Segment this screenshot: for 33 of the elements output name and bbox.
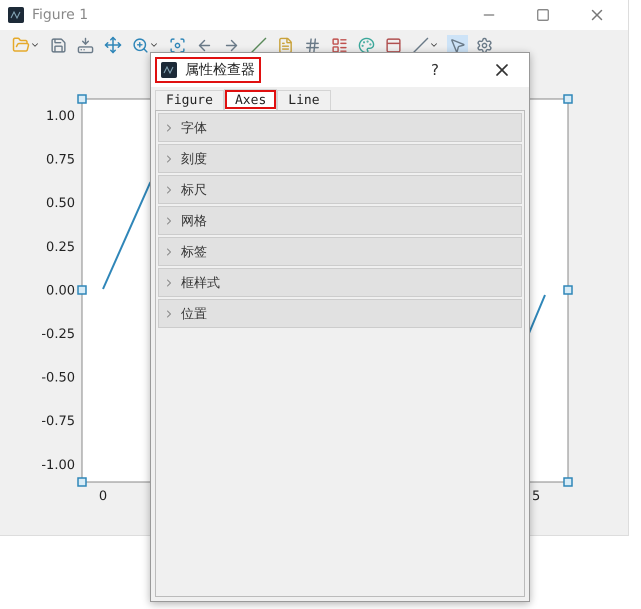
tick-label: -0.50 [41,370,75,386]
tick-label: 0.00 [46,283,75,298]
resize-handle[interactable] [563,285,573,295]
resize-handle[interactable] [77,94,87,104]
section-header[interactable]: 网格 [158,206,522,235]
window-title: Figure 1 [32,7,90,23]
resize-handle[interactable] [563,477,573,487]
tab[interactable]: Line [277,90,331,110]
app-icon [161,62,177,78]
help-button[interactable]: ? [431,61,439,79]
tick-label: -1.00 [41,458,75,473]
tick-label: 1.00 [46,109,75,124]
dialog-title-text: 属性检查器 [185,61,255,79]
app-icon [8,7,24,23]
section-header[interactable]: 字体 [158,113,522,142]
tick-label: 0.75 [46,152,75,168]
section-header[interactable]: 框样式 [158,268,522,297]
resize-handle[interactable] [77,285,87,295]
move-icon[interactable] [102,34,124,56]
tick-label: -0.25 [41,327,75,342]
section-header[interactable]: 标尺 [158,175,522,204]
section-header[interactable]: 刻度 [158,144,522,173]
tick-label: 0 [98,489,108,504]
tick-label: -0.75 [41,414,75,430]
section-header[interactable]: 标签 [158,237,522,266]
tick-label: 0.50 [46,196,75,212]
tab[interactable]: Figure [155,90,224,110]
tab[interactable]: Axes [224,89,278,110]
section-header[interactable]: 位置 [158,299,522,328]
resize-handle[interactable] [563,94,573,104]
tick-label: 5 [532,489,540,504]
resize-handle[interactable] [77,477,87,487]
tick-label: 0.25 [46,240,75,255]
